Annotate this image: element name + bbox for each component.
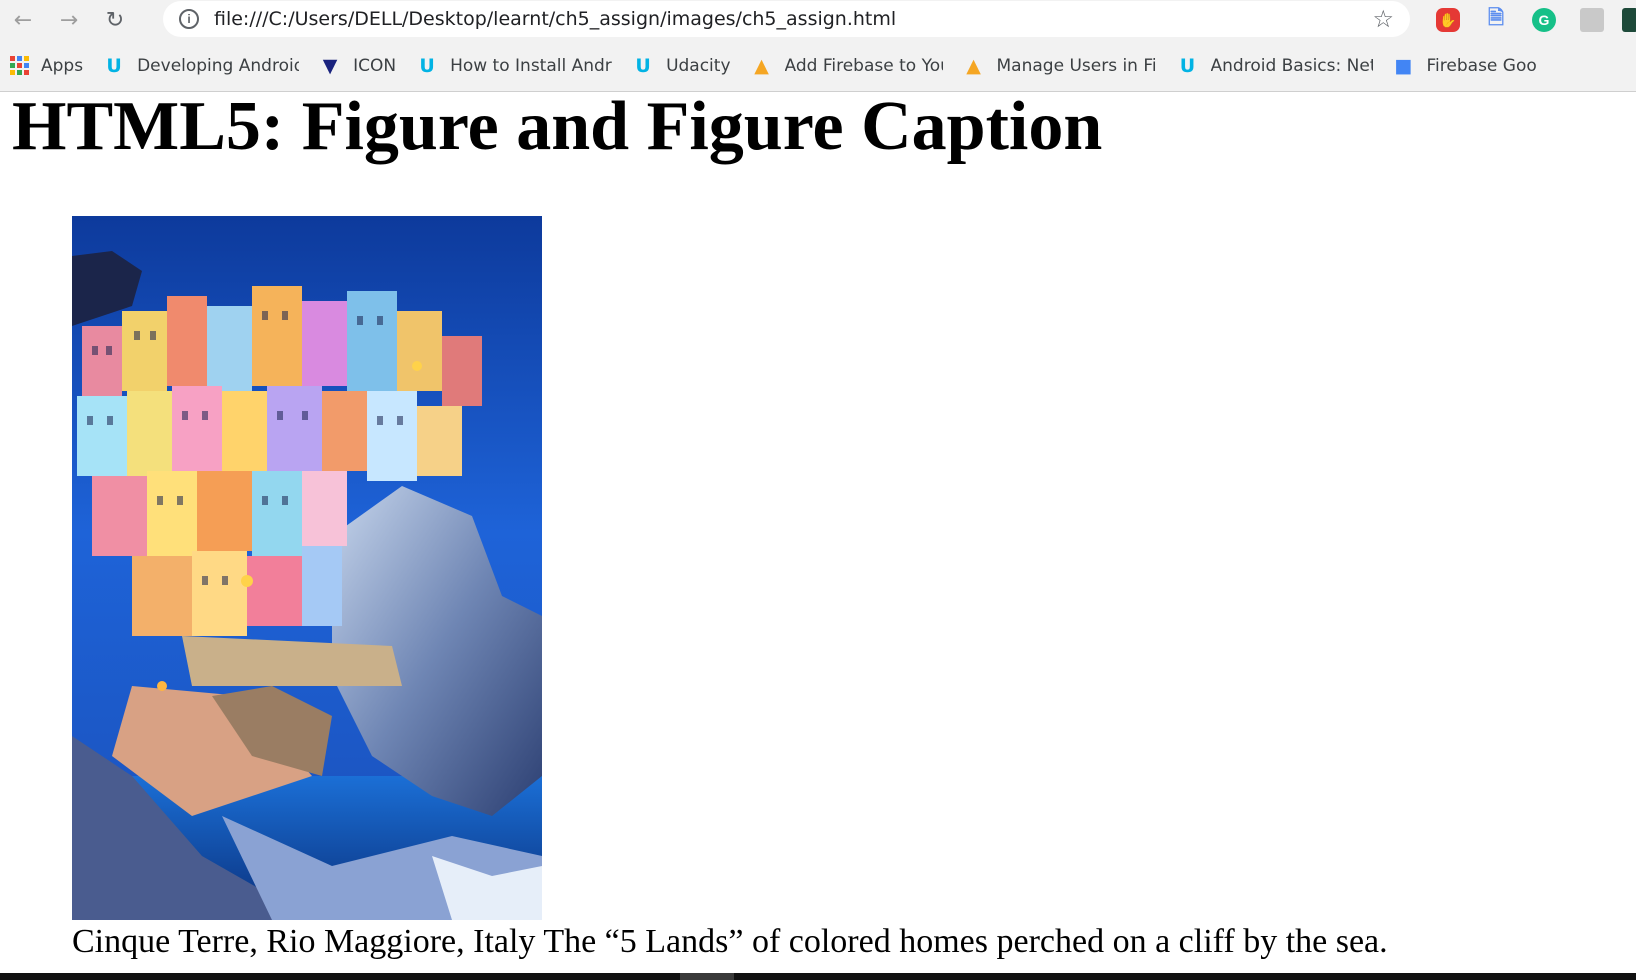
- forward-button[interactable]: →: [46, 0, 92, 40]
- firebase-icon: ▲: [754, 54, 769, 77]
- bookmark-label: ICON: [353, 55, 397, 76]
- bookmark-label: Add Firebase to Your: [784, 55, 943, 76]
- bookmark-apps[interactable]: Apps: [0, 40, 93, 91]
- arrow-left-icon: ←: [13, 7, 33, 33]
- google-doc-icon: ■: [1394, 54, 1413, 77]
- star-icon[interactable]: ☆: [1372, 5, 1394, 33]
- bookmark-label: Apps: [41, 55, 84, 76]
- adblock-extension-icon[interactable]: ✋: [1436, 8, 1460, 32]
- cinque-terre-photo: [72, 216, 542, 920]
- info-icon[interactable]: i: [179, 9, 199, 29]
- bookmark-label: How to Install Androi: [450, 55, 613, 76]
- bookmark-label: Firebase Goo: [1426, 55, 1537, 76]
- address-bar[interactable]: i file:///C:/Users/DELL/Desktop/learnt/c…: [163, 1, 1410, 37]
- bookmark-icon-site[interactable]: ▼ ICON: [309, 40, 406, 91]
- figure: [72, 216, 542, 920]
- udacity-icon: U: [1179, 54, 1196, 77]
- figure-caption: Cinque Terre, Rio Maggiore, Italy The “5…: [72, 923, 1388, 960]
- udacity-icon: U: [106, 54, 122, 77]
- udacity-icon: U: [635, 54, 651, 77]
- reload-button[interactable]: ↻: [92, 0, 138, 40]
- extension-icon[interactable]: [1580, 8, 1604, 32]
- bookmark-android-basics[interactable]: U Android Basics: Netw: [1167, 40, 1383, 91]
- udacity-icon: U: [419, 54, 435, 77]
- document-extension-icon[interactable]: 🗎: [1484, 7, 1508, 32]
- bookmark-developing-android[interactable]: U Developing Android A: [93, 40, 309, 91]
- bookmark-label: Developing Android A: [137, 55, 300, 76]
- bookmark-firebase-google[interactable]: ■ Firebase Goo: [1383, 40, 1547, 91]
- bookmark-manage-users[interactable]: ▲ Manage Users in Fireb: [953, 40, 1167, 91]
- bookmark-add-firebase[interactable]: ▲ Add Firebase to Your: [741, 40, 953, 91]
- browser-toolbar: ← → ↻ i file:///C:/Users/DELL/Desktop/le…: [0, 0, 1636, 40]
- back-button[interactable]: ←: [0, 0, 46, 40]
- apps-grid-icon: [10, 56, 29, 75]
- page-title: HTML5: Figure and Figure Caption: [12, 88, 1103, 165]
- bookmarks-bar: Apps U Developing Android A ▼ ICON U How…: [0, 40, 1636, 92]
- bookmark-udacity[interactable]: U Udacity: [622, 40, 740, 91]
- icon-site-icon: ▼: [322, 54, 338, 77]
- page-content: HTML5: Figure and Figure Caption Cinque …: [0, 88, 1636, 973]
- arrow-right-icon: →: [59, 7, 79, 33]
- firebase-icon: ▲: [966, 54, 981, 77]
- bookmark-label: Android Basics: Netw: [1210, 55, 1373, 76]
- bookmark-label: Udacity: [666, 55, 731, 76]
- extension-icon[interactable]: [1622, 8, 1636, 32]
- horizontal-scrollbar[interactable]: [0, 973, 1636, 980]
- url-text[interactable]: file:///C:/Users/DELL/Desktop/learnt/ch5…: [214, 8, 896, 30]
- bookmark-install-android[interactable]: U How to Install Androi: [406, 40, 622, 91]
- scrollbar-thumb[interactable]: [680, 973, 734, 980]
- grammarly-extension-icon[interactable]: G: [1532, 8, 1556, 32]
- reload-icon: ↻: [105, 7, 125, 33]
- bookmark-label: Manage Users in Fireb: [996, 55, 1157, 76]
